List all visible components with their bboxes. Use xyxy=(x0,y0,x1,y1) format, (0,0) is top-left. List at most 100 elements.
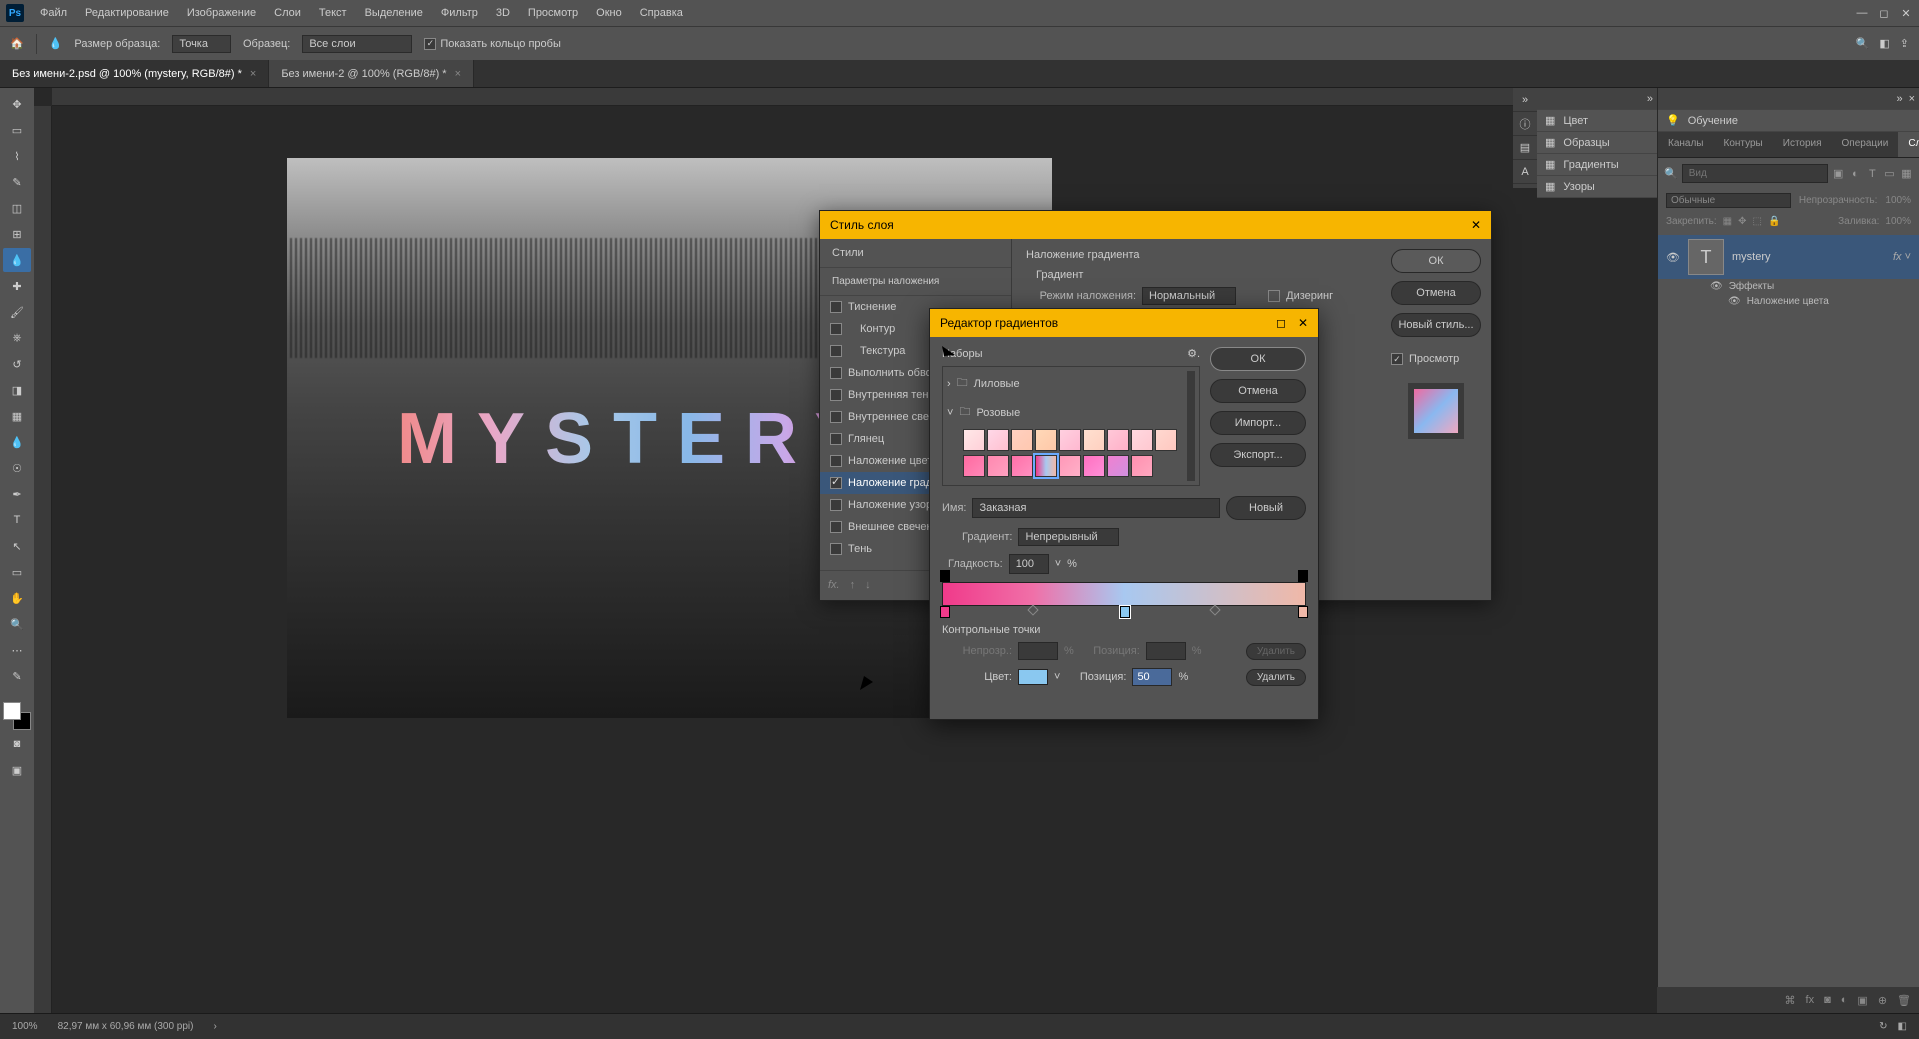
minimize-icon[interactable]: — xyxy=(1855,6,1869,20)
menu-window[interactable]: Окно xyxy=(588,3,630,23)
status-notification-icon[interactable]: ◧ xyxy=(1898,1021,1907,1032)
preset-group-red[interactable]: ›🗀Красные xyxy=(947,485,1187,486)
screenmode-tool[interactable]: ▣ xyxy=(3,758,31,782)
gear-icon[interactable]: ⚙. xyxy=(1187,347,1200,360)
midpoint-2[interactable] xyxy=(1210,604,1221,615)
new-style-button[interactable]: Новый стиль... xyxy=(1391,313,1481,337)
menu-help[interactable]: Справка xyxy=(632,3,691,23)
tab-channels[interactable]: Каналы xyxy=(1658,132,1714,157)
cancel-button[interactable]: Отмена xyxy=(1210,379,1306,403)
lock-all-icon[interactable]: 🔒 xyxy=(1768,216,1780,227)
ruler-vertical[interactable] xyxy=(34,106,52,1013)
mini-panel-gradients[interactable]: ▦Градиенты xyxy=(1537,154,1657,176)
share-icon[interactable]: ⇪ xyxy=(1900,37,1909,50)
close-icon[interactable]: ✕ xyxy=(1899,6,1913,20)
dock-expand-icon[interactable]: » xyxy=(1513,88,1537,112)
blending-options-header[interactable]: Параметры наложения xyxy=(820,268,1011,296)
dodge-tool[interactable]: ☉ xyxy=(3,456,31,480)
preset-scrollbar[interactable] xyxy=(1187,371,1195,481)
menu-view[interactable]: Просмотр xyxy=(520,3,586,23)
mini-panel-patterns[interactable]: ▦Узоры xyxy=(1537,176,1657,198)
path-select-tool[interactable]: ↖ xyxy=(3,534,31,558)
gradient-preset-swatch[interactable] xyxy=(1131,455,1153,477)
effect-checkbox[interactable] xyxy=(830,521,842,533)
blur-tool[interactable]: 💧 xyxy=(3,430,31,454)
workspace-icon[interactable]: ◧ xyxy=(1879,37,1889,50)
menu-text[interactable]: Текст xyxy=(311,3,355,23)
properties-icon[interactable]: ▤ xyxy=(1513,136,1537,160)
delete-layer-icon[interactable]: 🗑 xyxy=(1897,994,1911,1007)
tab-actions[interactable]: Операции xyxy=(1832,132,1899,157)
menu-image[interactable]: Изображение xyxy=(179,3,264,23)
new-layer-icon[interactable]: ⊕ xyxy=(1878,994,1887,1007)
group-icon[interactable]: ▣ xyxy=(1857,994,1867,1007)
gradient-tool[interactable]: ▦ xyxy=(3,404,31,428)
opacity-value[interactable]: 100% xyxy=(1885,195,1911,206)
dialog-titlebar[interactable]: Стиль слоя ✕ xyxy=(820,211,1491,239)
tab-close-icon[interactable]: × xyxy=(455,68,461,80)
color-stop-end[interactable] xyxy=(1298,606,1308,618)
maximize-icon[interactable]: ◻ xyxy=(1276,316,1286,330)
menu-edit[interactable]: Редактирование xyxy=(77,3,177,23)
effect-checkbox[interactable] xyxy=(830,323,842,335)
history-brush-tool[interactable]: ↺ xyxy=(3,352,31,376)
gradient-preset-swatch[interactable] xyxy=(1011,455,1033,477)
document-tab-2[interactable]: Без имени-2 @ 100% (RGB/8#) * × xyxy=(269,60,474,87)
clone-tool[interactable]: ⎈ xyxy=(3,326,31,350)
lock-pixels-icon[interactable]: ▦ xyxy=(1723,216,1732,227)
blend-mode-select[interactable]: Обычные xyxy=(1666,193,1791,208)
gradient-preset-swatch[interactable] xyxy=(1131,429,1153,451)
info-icon[interactable]: ⓘ xyxy=(1513,112,1537,136)
search-icon[interactable]: 🔍 xyxy=(1856,37,1870,50)
effect-checkbox[interactable] xyxy=(830,367,842,379)
chevron-right-icon[interactable]: › xyxy=(214,1021,217,1032)
mini-panel-collapse[interactable]: » xyxy=(1537,88,1657,110)
layer-thumbnail[interactable]: T xyxy=(1688,239,1724,275)
gradient-preset-swatch[interactable] xyxy=(987,455,1009,477)
menu-file[interactable]: Файл xyxy=(32,3,75,23)
more-tools[interactable]: ⋯ xyxy=(3,638,31,662)
gradient-preset-swatch[interactable] xyxy=(1059,455,1081,477)
fx-icon[interactable]: fx. xyxy=(828,579,840,592)
gradient-preset-swatch[interactable] xyxy=(963,429,985,451)
tab-close-icon[interactable]: × xyxy=(250,68,256,80)
marquee-tool[interactable]: ▭ xyxy=(3,118,31,142)
collapse-icon[interactable]: » xyxy=(1896,93,1902,105)
hand-tool[interactable]: ✋ xyxy=(3,586,31,610)
sample-select[interactable]: Все слои xyxy=(302,35,412,53)
status-sync-icon[interactable]: ↻ xyxy=(1879,1021,1887,1032)
quickmask-tool[interactable]: ◙ xyxy=(3,732,31,756)
gradient-preset-swatch[interactable] xyxy=(1155,429,1177,451)
zoom-level[interactable]: 100% xyxy=(12,1021,38,1032)
gradient-preset-swatch[interactable] xyxy=(1059,429,1081,451)
color-stop-color[interactable] xyxy=(1018,669,1048,685)
cancel-button[interactable]: Отмена xyxy=(1391,281,1481,305)
fg-swatch[interactable] xyxy=(3,702,21,720)
styles-header[interactable]: Стили xyxy=(820,239,1011,268)
tab-history[interactable]: История xyxy=(1773,132,1832,157)
filter-adjust-icon[interactable]: ◐ xyxy=(1849,165,1862,183)
close-icon[interactable]: ✕ xyxy=(1471,218,1481,232)
brush-tool[interactable]: 🖌 xyxy=(3,300,31,324)
gradient-preset-swatch[interactable] xyxy=(1011,429,1033,451)
color-stop-position-input[interactable] xyxy=(1132,668,1172,686)
layer-name[interactable]: mystery xyxy=(1732,251,1771,263)
sample-size-select[interactable]: Точка xyxy=(172,35,231,53)
gradient-bar[interactable] xyxy=(942,582,1306,606)
preview-checkbox[interactable]: ✓ Просмотр xyxy=(1391,353,1481,365)
dither-checkbox[interactable] xyxy=(1268,290,1280,302)
new-button[interactable]: Новый xyxy=(1226,496,1306,520)
gradient-preset-swatch[interactable] xyxy=(1083,429,1105,451)
mask-icon[interactable]: ◙ xyxy=(1824,994,1831,1006)
dialog-titlebar[interactable]: Редактор градиентов ◻ ✕ xyxy=(930,309,1318,337)
effect-checkbox[interactable] xyxy=(830,543,842,555)
effect-checkbox[interactable] xyxy=(830,455,842,467)
layer-item-mystery[interactable]: 👁 T mystery fx ˅ xyxy=(1658,235,1919,279)
color-swatches[interactable] xyxy=(3,702,31,730)
fx-color-overlay[interactable]: Наложение цвета xyxy=(1747,296,1829,307)
gradient-preset-swatch[interactable] xyxy=(987,429,1009,451)
smoothness-input[interactable] xyxy=(1009,554,1049,574)
chevron-down-icon[interactable]: ˅ xyxy=(1055,558,1061,570)
effect-checkbox[interactable] xyxy=(830,499,842,511)
midpoint-1[interactable] xyxy=(1028,604,1039,615)
